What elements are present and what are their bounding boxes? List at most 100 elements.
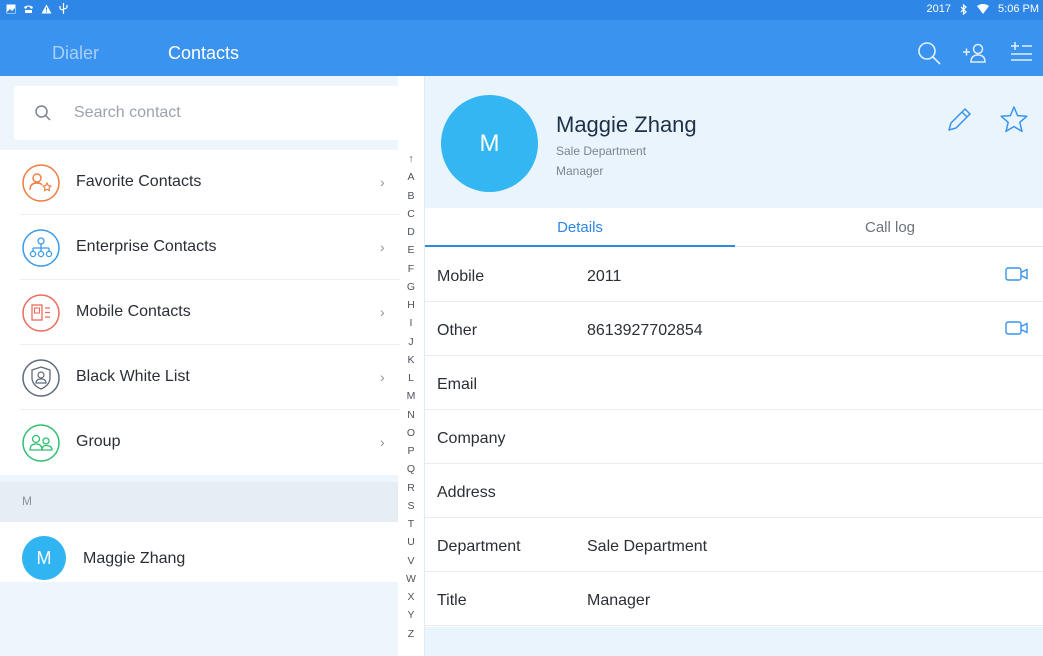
edit-icon[interactable]	[943, 104, 975, 136]
contacts-panel: Favorite Contacts › Enterprise Contacts …	[0, 76, 413, 656]
contact-title: Manager	[556, 164, 604, 178]
group-icon	[22, 424, 60, 462]
alphabet-index-letter[interactable]: K	[400, 354, 422, 366]
section-header: M	[0, 482, 398, 522]
alphabet-index-letter[interactable]: Y	[400, 609, 422, 621]
contact-categories: Favorite Contacts › Enterprise Contacts …	[0, 150, 400, 475]
menu-item-black-white-list[interactable]: Black White List ›	[0, 345, 400, 410]
alphabet-index-letter[interactable]: C	[400, 208, 422, 220]
alphabet-index-letter[interactable]: Z	[400, 628, 422, 640]
avatar: M	[22, 536, 66, 580]
black-white-list-icon	[22, 359, 60, 397]
usb-icon	[59, 3, 68, 14]
field-row-department: Department Sale Department	[425, 518, 1043, 572]
menu-item-label: Group	[76, 433, 121, 450]
menu-item-mobile-contacts[interactable]: Mobile Contacts ›	[0, 280, 400, 345]
image-icon	[6, 4, 16, 13]
add-contact-icon[interactable]	[962, 40, 988, 66]
status-time: 5:06 PM	[998, 3, 1039, 15]
field-row-company: Company	[425, 410, 1043, 464]
status-bar: 2017 5:06 PM	[0, 0, 1043, 20]
alphabet-index-letter[interactable]: S	[400, 500, 422, 512]
contact-name: Maggie Zhang	[83, 550, 186, 567]
field-label: Email	[437, 376, 478, 393]
alphabet-index-letter[interactable]: T	[400, 518, 422, 530]
alphabet-index-letter[interactable]: Q	[400, 463, 422, 475]
video-call-icon[interactable]	[1005, 318, 1029, 338]
tab-contacts[interactable]: Contacts	[168, 43, 239, 64]
field-value[interactable]: 8613927702854	[587, 322, 703, 340]
field-label: Address	[437, 484, 496, 501]
contact-header: M Maggie Zhang Sale Department Manager	[425, 76, 1043, 208]
tab-call-log[interactable]: Call log	[735, 208, 1043, 247]
menu-item-enterprise-contacts[interactable]: Enterprise Contacts ›	[0, 215, 400, 280]
menu-item-label: Enterprise Contacts	[76, 238, 217, 255]
menu-item-label: Mobile Contacts	[76, 303, 191, 320]
menu-item-label: Favorite Contacts	[76, 173, 202, 190]
alphabet-index-letter[interactable]: R	[400, 482, 422, 494]
alphabet-index-letter[interactable]: F	[400, 263, 422, 275]
alphabet-index-letter[interactable]: W	[400, 573, 422, 585]
alphabet-index-letter[interactable]: G	[400, 281, 422, 293]
field-row-title: Title Manager	[425, 572, 1043, 626]
bluetooth-icon	[960, 3, 967, 15]
field-row-mobile: Mobile 2011	[425, 248, 1043, 302]
menu-item-favorite-contacts[interactable]: Favorite Contacts ›	[0, 150, 400, 215]
menu-item-label: Black White List	[76, 368, 190, 385]
star-icon[interactable]	[998, 104, 1030, 136]
section-letter: M	[22, 494, 32, 508]
field-label: Company	[437, 430, 506, 447]
phone-icon	[24, 5, 33, 13]
alphabet-index-letter[interactable]: B	[400, 190, 422, 202]
field-label: Other	[437, 322, 478, 339]
alphabet-index-letter[interactable]: H	[400, 299, 422, 311]
alphabet-index[interactable]: ↑ A B C D E F G H I J K L M N O P Q R S T U V W X Y Z	[400, 153, 422, 656]
menu-add-icon[interactable]	[1008, 40, 1034, 66]
alphabet-index-letter[interactable]: A	[400, 171, 422, 183]
field-row-email: Email	[425, 356, 1043, 410]
detail-fields: Mobile 2011 Other 8613927702854 Email Co…	[425, 248, 1043, 626]
tab-dialer[interactable]: Dialer	[52, 43, 99, 64]
contact-detail-panel: M Maggie Zhang Sale Department Manager D…	[424, 76, 1043, 656]
wifi-icon	[977, 4, 990, 14]
video-call-icon[interactable]	[1005, 264, 1029, 284]
alphabet-index-letter[interactable]: O	[400, 427, 422, 439]
menu-item-group[interactable]: Group ›	[0, 410, 400, 475]
status-year: 2017	[926, 3, 952, 15]
field-label: Title	[437, 592, 467, 609]
enterprise-contacts-icon	[22, 229, 60, 267]
field-value[interactable]: 2011	[587, 268, 621, 286]
chevron-right-icon: ›	[380, 434, 385, 450]
search-icon[interactable]	[916, 40, 942, 66]
app-bar: Dialer Contacts	[0, 20, 1043, 76]
contact-department: Sale Department	[556, 144, 647, 158]
chevron-right-icon: ›	[380, 369, 385, 385]
avatar: M	[441, 95, 538, 192]
alphabet-index-letter[interactable]: ↑	[400, 153, 422, 165]
field-row-other: Other 8613927702854	[425, 302, 1043, 356]
alphabet-index-letter[interactable]: M	[400, 390, 422, 402]
alphabet-index-letter[interactable]: U	[400, 536, 422, 548]
search-input[interactable]	[74, 104, 374, 122]
mobile-contacts-icon	[22, 294, 60, 332]
field-row-address: Address	[425, 464, 1043, 518]
alphabet-index-letter[interactable]: X	[400, 591, 422, 603]
alphabet-index-letter[interactable]: D	[400, 226, 422, 238]
alphabet-index-letter[interactable]: L	[400, 372, 422, 384]
detail-tabs: Details Call log	[425, 208, 1043, 247]
warning-icon	[41, 4, 52, 13]
search-icon	[35, 105, 51, 121]
alphabet-index-letter[interactable]: J	[400, 336, 422, 348]
chevron-right-icon: ›	[380, 174, 385, 190]
list-item[interactable]: M Maggie Zhang	[0, 522, 400, 582]
alphabet-index-letter[interactable]: E	[400, 244, 422, 256]
alphabet-index-letter[interactable]: I	[400, 317, 422, 329]
contact-name: Maggie Zhang	[556, 112, 697, 137]
tab-details[interactable]: Details	[425, 208, 735, 247]
alphabet-index-letter[interactable]: P	[400, 445, 422, 457]
field-value: Sale Department	[587, 538, 708, 555]
field-label: Mobile	[437, 268, 485, 285]
favorite-contacts-icon	[22, 164, 60, 202]
alphabet-index-letter[interactable]: N	[400, 409, 422, 421]
alphabet-index-letter[interactable]: V	[400, 555, 422, 567]
